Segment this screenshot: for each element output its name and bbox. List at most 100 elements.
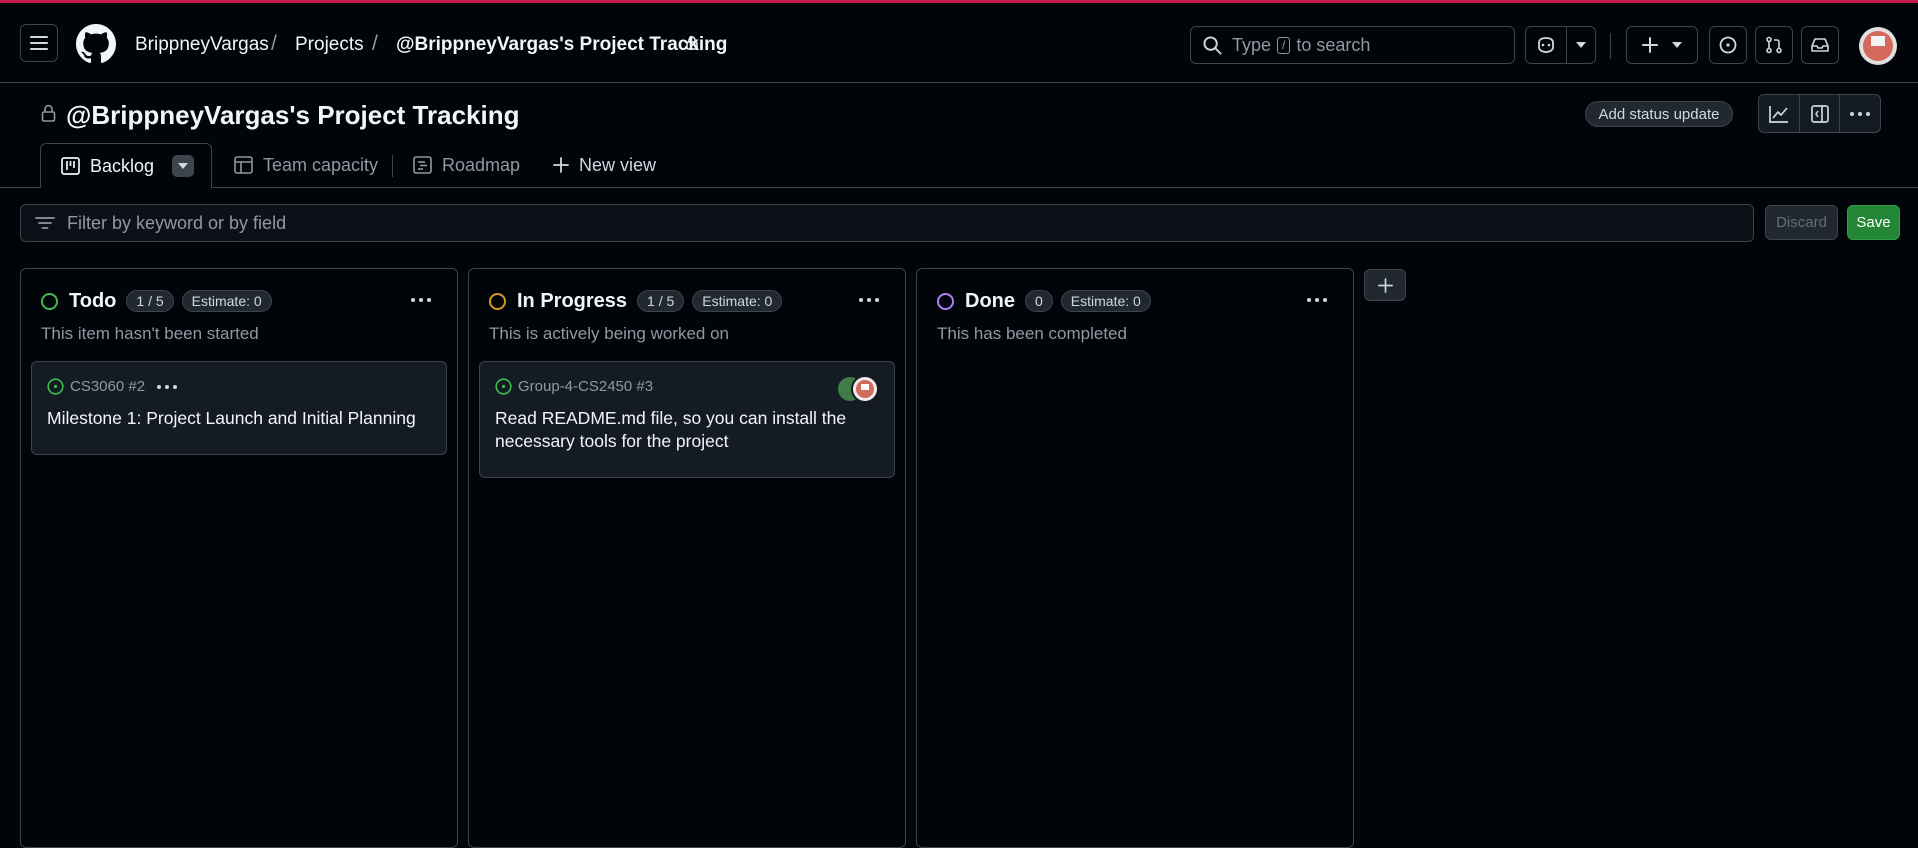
estimate-badge: Estimate: 0 <box>1060 290 1151 312</box>
filter-icon <box>35 217 55 229</box>
kebab-horizontal-icon <box>411 298 431 302</box>
card-repo[interactable]: Group-4-CS2450 #3 <box>518 378 653 395</box>
tab-team-capacity[interactable]: Team capacity <box>234 143 378 187</box>
tabs-border <box>0 187 1918 188</box>
issue-open-icon <box>495 378 512 395</box>
new-view-button[interactable]: New view <box>553 143 656 187</box>
breadcrumb-project[interactable]: @BrippneyVargas's Project Tracking <box>396 34 727 56</box>
item-count-badge: 1 / 5 <box>126 290 174 312</box>
kebab-horizontal-icon <box>1307 298 1327 302</box>
roadmap-icon <box>413 156 432 174</box>
breadcrumb-separator: / <box>372 32 378 55</box>
add-column-button[interactable] <box>1364 269 1406 301</box>
inbox-button[interactable] <box>1801 26 1839 64</box>
column-description: This item hasn't been started <box>41 324 259 343</box>
item-count-badge: 0 <box>1025 290 1053 312</box>
inbox-icon <box>1811 38 1829 52</box>
board-column-todo: Todo 1 / 5 Estimate: 0 This item hasn't … <box>20 268 458 848</box>
board-icon <box>61 157 80 175</box>
card-meta: Group-4-CS2450 #3 <box>495 378 653 395</box>
issue-card[interactable]: CS3060 #2 Milestone 1: Project Launch an… <box>31 361 447 455</box>
card-title[interactable]: Read README.md file, so you can install … <box>495 407 875 453</box>
tab-label: New view <box>579 154 657 175</box>
status-circle-icon <box>41 292 58 310</box>
estimate-badge: Estimate: 0 <box>181 290 272 312</box>
project-more-button[interactable] <box>1840 95 1880 132</box>
issue-open-icon <box>47 378 64 395</box>
discard-button[interactable]: Discard <box>1765 205 1838 240</box>
kebab-horizontal-icon <box>1850 111 1871 116</box>
column-description: This is actively being worked on <box>489 324 730 343</box>
plus-icon <box>1642 37 1658 53</box>
card-repo[interactable]: CS3060 #2 <box>70 378 145 395</box>
card-more-button[interactable] <box>157 384 178 389</box>
project-toolbar <box>1758 94 1881 133</box>
copilot-button[interactable] <box>1525 26 1567 64</box>
issues-button[interactable] <box>1709 26 1747 64</box>
status-circle-icon <box>489 292 506 310</box>
save-button[interactable]: Save <box>1847 205 1900 240</box>
search-shortcut-key: / <box>1277 36 1291 54</box>
assignee-avatar[interactable] <box>851 375 879 403</box>
column-more-button[interactable] <box>411 289 431 307</box>
chevron-down-icon <box>1576 42 1586 48</box>
tab-label: Team capacity <box>263 154 379 175</box>
tab-label: Roadmap <box>442 154 521 175</box>
column-title: Done <box>965 289 1015 312</box>
view-options-button[interactable] <box>172 155 195 177</box>
tab-roadmap[interactable]: Roadmap <box>413 143 520 187</box>
issue-opened-icon <box>1719 36 1737 54</box>
github-logo-icon[interactable] <box>76 24 116 64</box>
board-column-in-progress: In Progress 1 / 5 Estimate: 0 This is ac… <box>468 268 906 848</box>
card-meta: CS3060 #2 <box>47 378 178 395</box>
chevron-down-icon <box>1672 42 1682 48</box>
card-title[interactable]: Milestone 1: Project Launch and Initial … <box>47 407 437 430</box>
insights-button[interactable] <box>1759 95 1800 132</box>
avatar-image-detail <box>1871 36 1885 46</box>
copilot-icon <box>1538 37 1554 53</box>
issue-card[interactable]: Group-4-CS2450 #3 Read README.md file, s… <box>479 361 895 478</box>
column-more-button[interactable] <box>1307 289 1327 307</box>
plus-icon <box>553 157 569 173</box>
table-icon <box>234 156 253 174</box>
side-panel-button[interactable] <box>1800 95 1841 132</box>
board-column-done: Done 0 Estimate: 0 This has been complet… <box>916 268 1354 848</box>
search-prefix: Type <box>1232 34 1272 55</box>
column-header: Todo 1 / 5 Estimate: 0 <box>41 286 280 316</box>
global-search-input[interactable]: Type / to search <box>1190 26 1515 64</box>
hamburger-icon <box>30 36 48 50</box>
search-suffix: to search <box>1296 34 1371 55</box>
tab-divider <box>392 155 393 177</box>
column-description: This has been completed <box>937 324 1127 343</box>
menu-button[interactable] <box>20 24 58 62</box>
add-status-update-button[interactable]: Add status update <box>1585 101 1733 127</box>
project-title[interactable]: @BrippneyVargas's Project Tracking <box>66 100 520 131</box>
pull-requests-button[interactable] <box>1755 26 1793 64</box>
filter-input[interactable]: Filter by keyword or by field <box>20 204 1754 242</box>
global-header: BrippneyVargas / Projects / @BrippneyVar… <box>0 3 1918 83</box>
tab-label: Backlog <box>90 155 155 176</box>
project-private-lock-icon <box>41 104 56 127</box>
copilot-dropdown-button[interactable] <box>1566 26 1596 64</box>
graph-icon <box>1768 105 1788 123</box>
tab-backlog[interactable]: Backlog <box>40 143 212 188</box>
column-title: Todo <box>69 289 117 312</box>
header-divider <box>1610 33 1611 59</box>
column-header: In Progress 1 / 5 Estimate: 0 <box>489 286 790 316</box>
search-icon <box>1203 35 1222 55</box>
estimate-badge: Estimate: 0 <box>692 290 783 312</box>
column-header: Done 0 Estimate: 0 <box>937 286 1159 316</box>
status-circle-icon <box>937 292 954 310</box>
breadcrumb-projects[interactable]: Projects <box>295 34 364 56</box>
create-new-button[interactable] <box>1626 26 1698 64</box>
kebab-horizontal-icon <box>157 384 178 389</box>
sidebar-icon <box>1810 104 1829 123</box>
pull-request-icon <box>1766 36 1782 54</box>
breadcrumb-owner[interactable]: BrippneyVargas <box>135 34 269 56</box>
kebab-horizontal-icon <box>859 298 879 302</box>
filter-placeholder: Filter by keyword or by field <box>67 212 287 233</box>
chevron-down-icon <box>178 163 189 169</box>
column-more-button[interactable] <box>859 289 879 307</box>
private-lock-icon <box>686 36 698 55</box>
user-avatar[interactable] <box>1859 27 1897 65</box>
